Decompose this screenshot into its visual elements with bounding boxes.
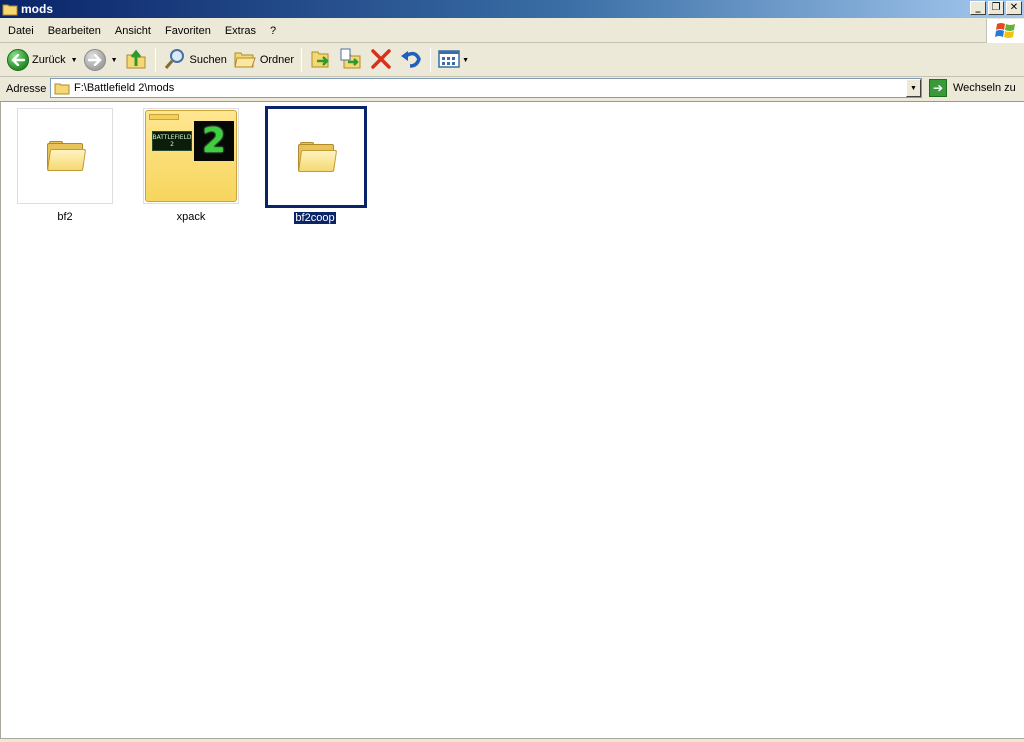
battlefield-logo-thumbnail: BATTLEFIELD 2 xyxy=(152,131,192,151)
delete-icon xyxy=(369,47,393,74)
folder-icon xyxy=(47,141,87,171)
window-title: mods xyxy=(21,2,54,16)
address-bar: Adresse F:\Battlefield 2\mods ▼ ➔ Wechse… xyxy=(0,78,1024,100)
delete-button[interactable] xyxy=(366,46,396,74)
folder-thumbnail xyxy=(265,106,367,208)
address-field[interactable]: F:\Battlefield 2\mods ▼ xyxy=(50,78,922,98)
folder-thumbnail: BATTLEFIELD 2 2 xyxy=(143,108,239,204)
back-button[interactable]: Zurück ▼ xyxy=(4,46,81,74)
folders-icon xyxy=(233,47,257,74)
forward-arrow-icon xyxy=(83,49,106,71)
search-icon xyxy=(163,47,187,74)
copy-to-button[interactable] xyxy=(336,46,366,74)
views-button[interactable]: ▼ xyxy=(435,46,472,74)
restore-button[interactable]: ❐ xyxy=(988,1,1004,15)
address-label: Adresse xyxy=(6,83,47,95)
up-folder-icon xyxy=(124,47,148,74)
battlefield-2-thumbnail: 2 xyxy=(194,121,234,161)
address-dropdown-button[interactable]: ▼ xyxy=(906,79,921,97)
item-label: bf2coop xyxy=(294,212,336,224)
back-label: Zurück xyxy=(32,54,66,66)
forward-button[interactable]: ▼ xyxy=(81,46,121,74)
toolbar-separator xyxy=(430,48,432,72)
title-bar: mods _ ❐ ✕ xyxy=(0,0,1024,18)
move-to-button[interactable] xyxy=(306,46,336,74)
menu-bar: Datei Bearbeiten Ansicht Favoriten Extra… xyxy=(0,19,1024,43)
windows-logo-icon xyxy=(986,19,1024,43)
chevron-down-icon[interactable]: ▼ xyxy=(71,57,78,64)
toolbar: Zurück ▼ ▼ Suchen Ordner ▼ xyxy=(0,44,1024,77)
menu-ansicht[interactable]: Ansicht xyxy=(108,25,158,37)
go-arrow-icon: ➔ xyxy=(929,79,947,97)
folder-item-bf2coop[interactable]: bf2coop xyxy=(265,106,367,224)
minimize-button[interactable]: _ xyxy=(970,1,986,15)
folder-icon xyxy=(2,3,18,16)
item-label: xpack xyxy=(176,211,206,223)
menu-help[interactable]: ? xyxy=(263,25,283,37)
menu-favoriten[interactable]: Favoriten xyxy=(158,25,218,37)
move-to-icon xyxy=(309,47,333,74)
folder-icon: BATTLEFIELD 2 2 xyxy=(145,110,237,202)
chevron-down-icon[interactable]: ▼ xyxy=(111,57,118,64)
file-list: bf2 BATTLEFIELD 2 2 xpack bf2coop xyxy=(0,101,1024,738)
folders-button[interactable]: Ordner xyxy=(230,46,297,74)
window-controls: _ ❐ ✕ xyxy=(970,1,1022,15)
item-label: bf2 xyxy=(57,211,73,223)
search-label: Suchen xyxy=(189,54,227,66)
undo-button[interactable] xyxy=(396,46,426,74)
chevron-down-icon[interactable]: ▼ xyxy=(462,57,469,64)
copy-to-icon xyxy=(339,47,363,74)
toolbar-separator xyxy=(154,48,156,72)
folder-item-xpack[interactable]: BATTLEFIELD 2 2 xpack xyxy=(141,108,241,223)
close-button[interactable]: ✕ xyxy=(1006,1,1022,15)
folder-item-bf2[interactable]: bf2 xyxy=(15,108,115,223)
address-value: F:\Battlefield 2\mods xyxy=(74,82,175,94)
back-arrow-icon xyxy=(7,49,29,71)
views-icon xyxy=(438,49,460,72)
folder-icon xyxy=(54,82,70,95)
up-button[interactable] xyxy=(121,46,151,74)
menu-datei[interactable]: Datei xyxy=(0,25,41,37)
search-button[interactable]: Suchen xyxy=(160,46,230,74)
go-label: Wechseln zu xyxy=(953,82,1016,94)
menu-extras[interactable]: Extras xyxy=(218,25,263,37)
undo-icon xyxy=(399,47,423,74)
folder-icon xyxy=(298,142,338,172)
folder-thumbnail xyxy=(17,108,113,204)
menu-bearbeiten[interactable]: Bearbeiten xyxy=(41,25,108,37)
toolbar-separator xyxy=(301,48,303,72)
folders-label: Ordner xyxy=(259,54,295,66)
status-strip xyxy=(0,738,1024,742)
go-button[interactable]: ➔ Wechseln zu xyxy=(929,79,1016,97)
